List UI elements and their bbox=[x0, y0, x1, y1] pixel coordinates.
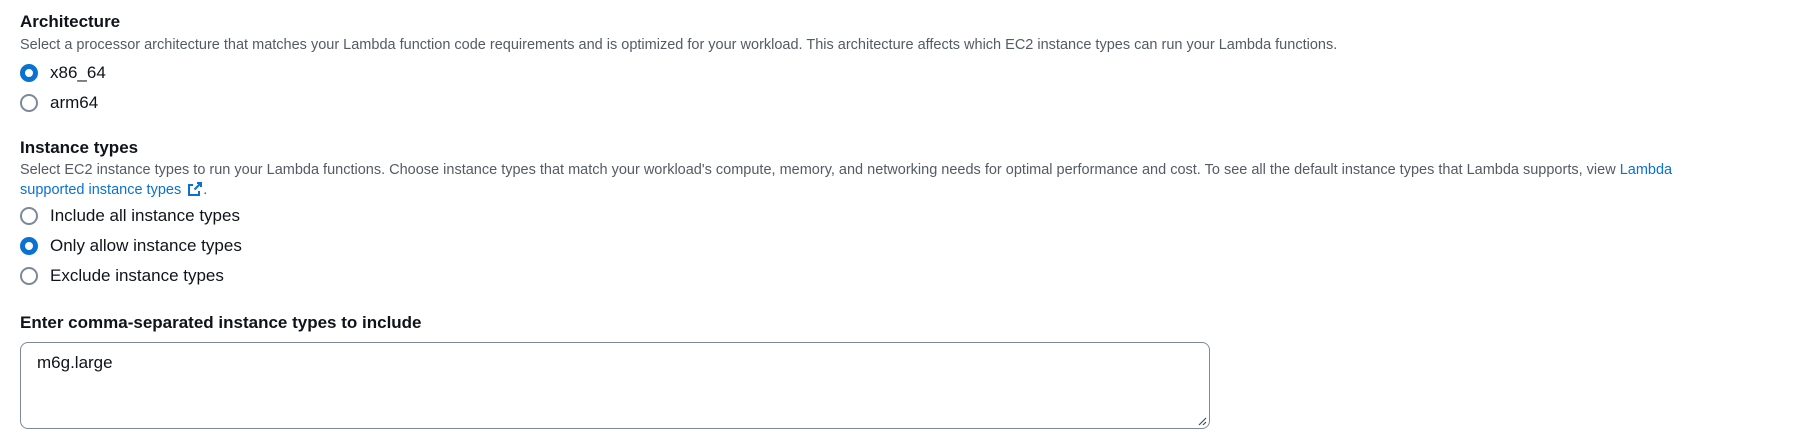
radio-option-arm64[interactable]: arm64 bbox=[20, 88, 106, 118]
architecture-section: Architecture bbox=[20, 11, 120, 33]
instance-types-section: Instance types bbox=[20, 137, 138, 159]
radio-label-x86-64: x86_64 bbox=[50, 63, 106, 82]
instance-types-title: Instance types bbox=[20, 138, 139, 157]
resize-handle-icon[interactable] bbox=[1197, 416, 1207, 426]
radio-label-exclude: Exclude instance types bbox=[50, 266, 224, 285]
radio-button[interactable] bbox=[20, 207, 38, 225]
architecture-radio-group: x86_64 arm64 bbox=[20, 58, 106, 118]
trailing-period: . bbox=[203, 182, 208, 198]
radio-label-include-all: Include all instance types bbox=[50, 206, 240, 225]
instance-types-description-text: Select EC2 instance types to run your La… bbox=[20, 162, 1616, 178]
instance-types-textarea[interactable]: m6g.large bbox=[20, 342, 1210, 429]
instance-types-description: Select EC2 instance types to run your La… bbox=[20, 160, 1805, 200]
radio-option-exclude[interactable]: Exclude instance types bbox=[20, 261, 242, 291]
radio-option-include-all[interactable]: Include all instance types bbox=[20, 201, 242, 231]
architecture-description: Select a processor architecture that mat… bbox=[20, 37, 1338, 53]
radio-button[interactable] bbox=[20, 267, 38, 285]
radio-button-selected[interactable] bbox=[20, 64, 38, 82]
radio-option-x86-64[interactable]: x86_64 bbox=[20, 58, 106, 88]
radio-label-arm64: arm64 bbox=[50, 93, 99, 112]
radio-button-selected[interactable] bbox=[20, 237, 38, 255]
include-field-label: Enter comma-separated instance types to … bbox=[20, 313, 422, 332]
radio-label-only-allow: Only allow instance types bbox=[50, 236, 242, 255]
textarea-value[interactable]: m6g.large bbox=[37, 352, 113, 374]
architecture-title: Architecture bbox=[20, 12, 121, 31]
radio-button[interactable] bbox=[20, 94, 38, 112]
external-link-icon bbox=[188, 182, 203, 196]
radio-option-only-allow[interactable]: Only allow instance types bbox=[20, 231, 242, 261]
instance-types-radio-group: Include all instance types Only allow in… bbox=[20, 201, 242, 291]
